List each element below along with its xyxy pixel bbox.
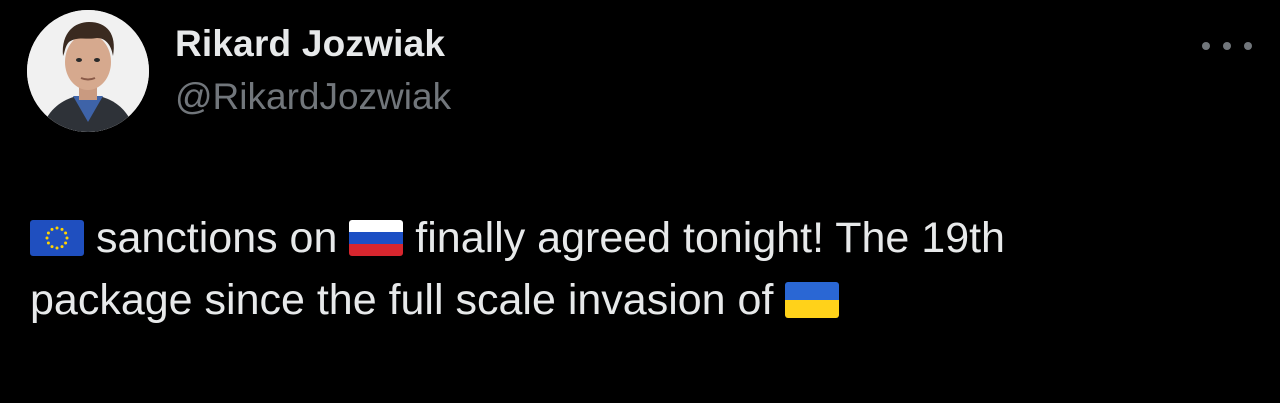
tweet-text-segment: finally agreed tonight! The 19th — [415, 214, 1005, 262]
display-name[interactable]: Rikard Jozwiak — [175, 22, 451, 66]
russia-flag-icon — [349, 220, 404, 256]
tweet-text-segment: package since the full scale invasion of — [30, 276, 774, 324]
ukraine-flag-icon — [785, 282, 840, 318]
eu-flag-icon — [30, 220, 84, 256]
avatar[interactable] — [27, 10, 149, 132]
tweet-text: sanctions on finally agreed tonight! The… — [30, 207, 1250, 331]
tweet-text-line: sanctions on finally agreed tonight! The… — [30, 207, 1250, 269]
tweet-text-line: package since the full scale invasion of — [30, 269, 1250, 331]
more-horizontal-icon — [1223, 42, 1231, 50]
avatar-photo — [27, 10, 149, 132]
more-options-button[interactable] — [1202, 34, 1252, 58]
tweet-card: Rikard Jozwiak @RikardJozwiak sanctions … — [0, 0, 1280, 403]
author-info: Rikard Jozwiak @RikardJozwiak — [175, 22, 451, 119]
more-horizontal-icon — [1202, 42, 1210, 50]
tweet-text-segment: sanctions on — [95, 214, 338, 262]
more-horizontal-icon — [1244, 42, 1252, 50]
user-handle[interactable]: @RikardJozwiak — [175, 75, 451, 119]
